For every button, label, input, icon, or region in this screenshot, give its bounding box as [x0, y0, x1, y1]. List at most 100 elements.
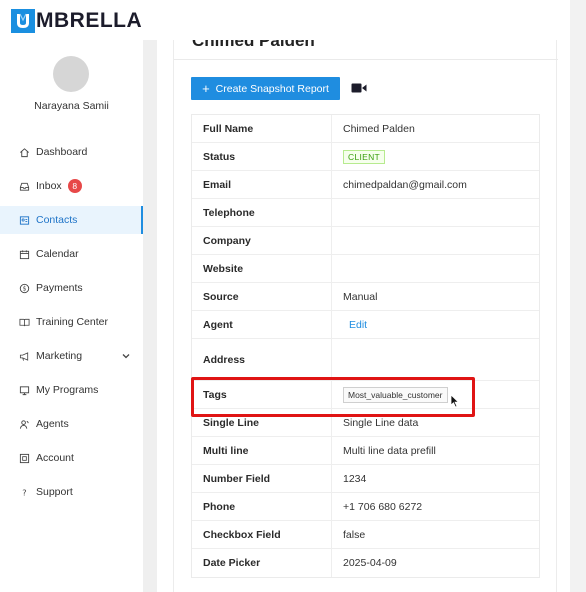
field-label: Status [192, 143, 332, 170]
sidebar-item-account[interactable]: Account [0, 444, 143, 472]
megaphone-icon [18, 350, 30, 362]
table-row-agent: Agent Edit [192, 311, 539, 339]
mouse-cursor-icon [450, 394, 460, 408]
sidebar-item-marketing[interactable]: Marketing [0, 342, 143, 370]
sidebar-item-label: My Programs [36, 384, 99, 396]
sidebar-item-training-center[interactable]: Training Center [0, 308, 143, 336]
umbrella-logo-icon [11, 9, 35, 33]
field-label: Agent [192, 311, 332, 338]
sidebar-divider [143, 40, 157, 592]
date-picker-value: 2025-04-09 [343, 557, 397, 569]
table-row-full-name: Full Name Chimed Palden [192, 115, 539, 143]
video-camera-icon[interactable] [351, 82, 367, 94]
sidebar-item-label: Contacts [36, 214, 78, 226]
phone-value: +1 706 680 6272 [343, 500, 423, 513]
checkbox-field-value: false [343, 528, 366, 541]
field-value: 2025-04-09 [332, 549, 539, 577]
table-row-telephone: Telephone [192, 199, 539, 227]
table-row-email: Email chimedpaldan@gmail.com [192, 171, 539, 199]
field-label: Multi line [192, 437, 332, 464]
chevron-down-icon[interactable] [121, 351, 131, 361]
sidebar-item-label: Agents [36, 418, 69, 430]
table-row-multi-line: Multi line Multi line data prefill [192, 437, 539, 465]
field-label: Phone [192, 493, 332, 520]
sidebar-item-label: Support [36, 486, 73, 498]
multi-line-value: Multi line data prefill [343, 444, 436, 457]
sidebar-item-support[interactable]: ? Support [0, 478, 143, 506]
field-label: Checkbox Field [192, 521, 332, 548]
edit-agent-link[interactable]: Edit [349, 319, 367, 331]
create-snapshot-report-label: Create Snapshot Report [215, 82, 329, 95]
field-value: chimedpaldan@gmail.com [332, 171, 539, 198]
sidebar-item-dashboard[interactable]: Dashboard [0, 138, 143, 166]
field-value [332, 227, 539, 254]
table-row-source: Source Manual [192, 283, 539, 311]
home-icon [18, 146, 30, 158]
contact-details-table: Full Name Chimed Palden Status CLIENT Em… [191, 114, 540, 578]
sidebar-item-label: Inbox [36, 180, 62, 192]
book-icon [18, 316, 30, 328]
avatar[interactable] [53, 56, 89, 92]
card-header: Chimed Palden [174, 40, 558, 60]
page-scroll-area [570, 0, 586, 592]
contacts-icon [18, 214, 30, 226]
field-label: Company [192, 227, 332, 254]
field-value: Multi line data prefill [332, 437, 539, 464]
sidebar-item-my-programs[interactable]: My Programs [0, 376, 143, 404]
svg-text:$: $ [22, 285, 26, 292]
field-value [332, 339, 539, 380]
field-label: Telephone [192, 199, 332, 226]
tags-highlight-box [191, 377, 475, 417]
table-row-number-field: Number Field 1234 [192, 465, 539, 493]
table-row-status: Status CLIENT [192, 143, 539, 171]
calendar-icon [18, 248, 30, 260]
email-value: chimedpaldan@gmail.com [343, 178, 467, 191]
svg-text:?: ? [22, 487, 26, 497]
field-value: Chimed Palden [332, 115, 539, 142]
page-title: Chimed Palden [192, 40, 315, 50]
field-label: Website [192, 255, 332, 282]
user-name: Narayana Samii [34, 100, 109, 112]
source-value: Manual [343, 290, 378, 303]
field-label: Date Picker [192, 549, 332, 577]
single-line-value: Single Line data [343, 416, 419, 429]
table-row-address: Address [192, 339, 539, 381]
question-icon: ? [18, 486, 30, 498]
sidebar-item-agents[interactable]: Agents [0, 410, 143, 438]
create-snapshot-report-button[interactable]: + Create Snapshot Report [191, 77, 340, 100]
table-row-phone: Phone +1 706 680 6272 [192, 493, 539, 521]
account-icon [18, 452, 30, 464]
full-name-value: Chimed Palden [343, 122, 415, 135]
field-value: 1234 [332, 465, 539, 492]
field-label: Source [192, 283, 332, 310]
sidebar-item-label: Calendar [36, 248, 79, 260]
sidebar-item-calendar[interactable]: Calendar [0, 240, 143, 268]
sidebar-item-label: Dashboard [36, 146, 88, 158]
field-value [332, 199, 539, 226]
table-row-date-picker: Date Picker 2025-04-09 [192, 549, 539, 577]
field-label: Email [192, 171, 332, 198]
inbox-icon [18, 180, 30, 192]
sidebar-item-payments[interactable]: $ Payments [0, 274, 143, 302]
table-row-website: Website [192, 255, 539, 283]
field-value: +1 706 680 6272 [332, 493, 539, 520]
field-label: Address [192, 339, 332, 380]
field-value: Manual [332, 283, 539, 310]
number-field-value: 1234 [343, 472, 367, 485]
brand-logo[interactable]: MBRELLA [11, 8, 142, 34]
field-value [332, 255, 539, 282]
plus-icon: + [202, 81, 210, 96]
table-row-checkbox-field: Checkbox Field false [192, 521, 539, 549]
sidebar-item-inbox[interactable]: Inbox 8 [0, 172, 143, 200]
sidebar-item-contacts[interactable]: Contacts [0, 206, 143, 234]
sidebar-item-label: Account [36, 452, 74, 464]
sidebar-item-label: Payments [36, 282, 83, 294]
sidebar-item-label: Training Center [36, 316, 108, 328]
sidebar-item-label: Marketing [36, 350, 83, 362]
field-value: false [332, 521, 539, 548]
field-value: Edit [332, 311, 539, 338]
inbox-count-badge: 8 [67, 179, 82, 193]
brand-name: MBRELLA [36, 9, 143, 32]
sidebar: Narayana Samii Dashboard Inbox 8 Contact… [0, 40, 143, 592]
field-value: CLIENT [332, 143, 539, 170]
